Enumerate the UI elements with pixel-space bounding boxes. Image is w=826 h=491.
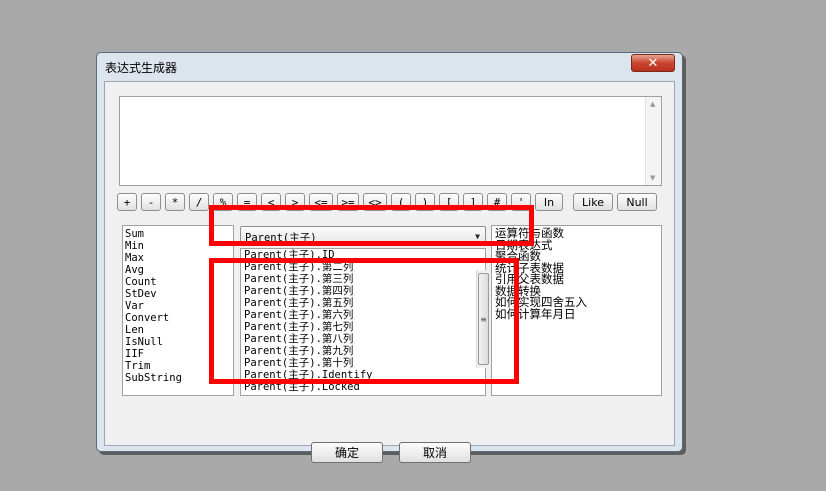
expression-scrollbar[interactable]: ▲ ▼ [645, 97, 661, 185]
scroll-up-icon[interactable]: ▲ [650, 100, 655, 108]
window-title: 表达式生成器 [105, 61, 178, 75]
close-button[interactable]: ✕ [631, 54, 675, 72]
highlight-box-dropdown [209, 205, 534, 246]
operator-button-in[interactable]: In [535, 193, 563, 211]
operator-button-minus[interactable]: - [141, 193, 161, 211]
operator-button-divide[interactable]: / [189, 193, 209, 211]
ok-button[interactable]: 确定 [311, 442, 383, 463]
operator-button-like[interactable]: Like [573, 193, 613, 211]
operator-button-null[interactable]: Null [617, 193, 657, 211]
scroll-down-icon[interactable]: ▼ [650, 174, 655, 182]
cancel-button[interactable]: 取消 [399, 442, 471, 463]
highlight-box-field-list [209, 258, 519, 384]
expression-textarea[interactable]: ▲ ▼ [119, 96, 662, 186]
help-topic-item[interactable]: 如何计算年月日 [495, 308, 658, 321]
expression-builder-dialog: 表达式生成器 ✕ ▲ ▼ + - * /% = < > <= >= <>()[] # ' In Like N… [96, 52, 683, 463]
operator-button-multiply[interactable]: * [165, 193, 185, 211]
operator-button-plus[interactable]: + [117, 193, 137, 211]
